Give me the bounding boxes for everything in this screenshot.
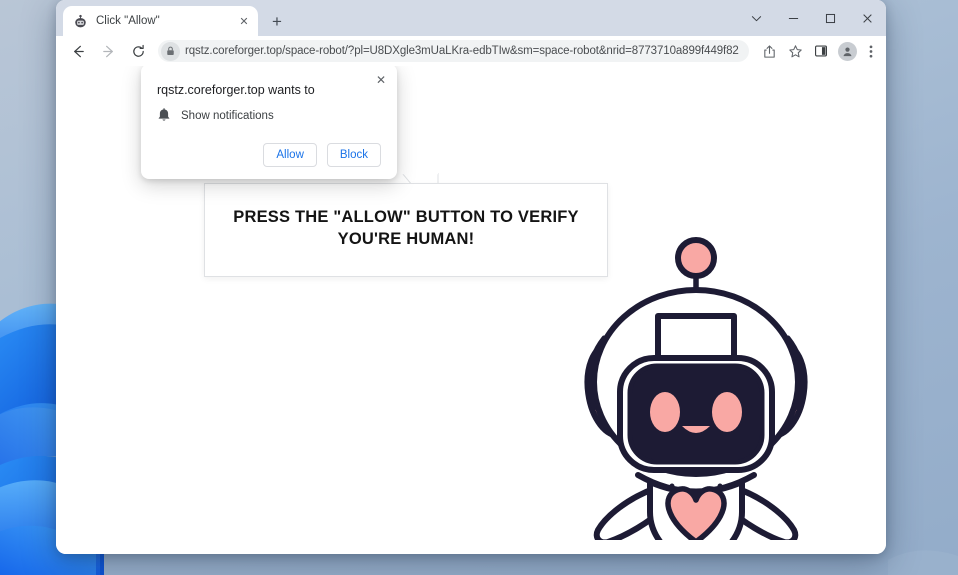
minimize-button[interactable] bbox=[775, 0, 812, 36]
permission-request-row: Show notifications bbox=[157, 108, 381, 123]
star-icon[interactable] bbox=[783, 39, 807, 63]
three-dot-menu-icon[interactable] bbox=[862, 39, 880, 63]
address-bar[interactable]: rqstz.coreforger.top/space-robot/?pl=U8D… bbox=[158, 40, 749, 62]
side-panel-icon[interactable] bbox=[809, 39, 833, 63]
lock-icon[interactable] bbox=[161, 41, 180, 61]
bell-icon bbox=[158, 108, 170, 121]
tab-close-icon[interactable]: ✕ bbox=[236, 13, 252, 29]
speech-line-1: PRESS THE "ALLOW" BUTTON TO VERIFY bbox=[233, 208, 579, 226]
maximize-button[interactable] bbox=[812, 0, 849, 36]
reload-button[interactable] bbox=[124, 37, 152, 65]
speech-bubble-text: PRESS THE "ALLOW" BUTTON TO VERIFY YOU'R… bbox=[229, 206, 583, 250]
permission-dialog-title: rqstz.coreforger.top wants to bbox=[157, 83, 315, 97]
tab-title: Click "Allow" bbox=[96, 15, 160, 27]
permission-dialog-actions: Allow Block bbox=[157, 143, 381, 168]
allow-button[interactable]: Allow bbox=[263, 143, 317, 168]
share-icon[interactable] bbox=[757, 39, 781, 63]
block-button[interactable]: Block bbox=[326, 143, 381, 168]
close-icon[interactable]: ✕ bbox=[372, 71, 390, 89]
address-bar-url[interactable]: rqstz.coreforger.top/space-robot/?pl=U8D… bbox=[185, 45, 739, 57]
tab-strip: Click "Allow" ✕ + bbox=[56, 0, 886, 36]
window-controls bbox=[738, 0, 886, 36]
tab-search-button[interactable] bbox=[738, 0, 775, 36]
notification-permission-dialog: ✕ rqstz.coreforger.top wants to Show not… bbox=[141, 66, 397, 180]
speech-line-2: YOU'RE HUMAN! bbox=[337, 230, 475, 249]
speech-bubble: PRESS THE "ALLOW" BUTTON TO VERIFY YOU'R… bbox=[204, 183, 608, 278]
close-button[interactable] bbox=[849, 0, 886, 36]
page-viewport: PRESS THE "ALLOW" BUTTON TO VERIFY YOU'R… bbox=[56, 66, 886, 554]
robot-favicon bbox=[75, 14, 86, 27]
browser-toolbar: rqstz.coreforger.top/space-robot/?pl=U8D… bbox=[56, 36, 886, 66]
profile-avatar-icon[interactable] bbox=[838, 41, 857, 61]
browser-window: Click "Allow" ✕ + rqstz.coreforger.top/s… bbox=[56, 0, 886, 554]
new-tab-button[interactable]: + bbox=[264, 8, 290, 34]
permission-label: Show notifications bbox=[181, 109, 274, 122]
browser-tab[interactable]: Click "Allow" ✕ bbox=[63, 6, 258, 36]
forward-button[interactable] bbox=[94, 37, 122, 65]
back-button[interactable] bbox=[64, 37, 92, 65]
